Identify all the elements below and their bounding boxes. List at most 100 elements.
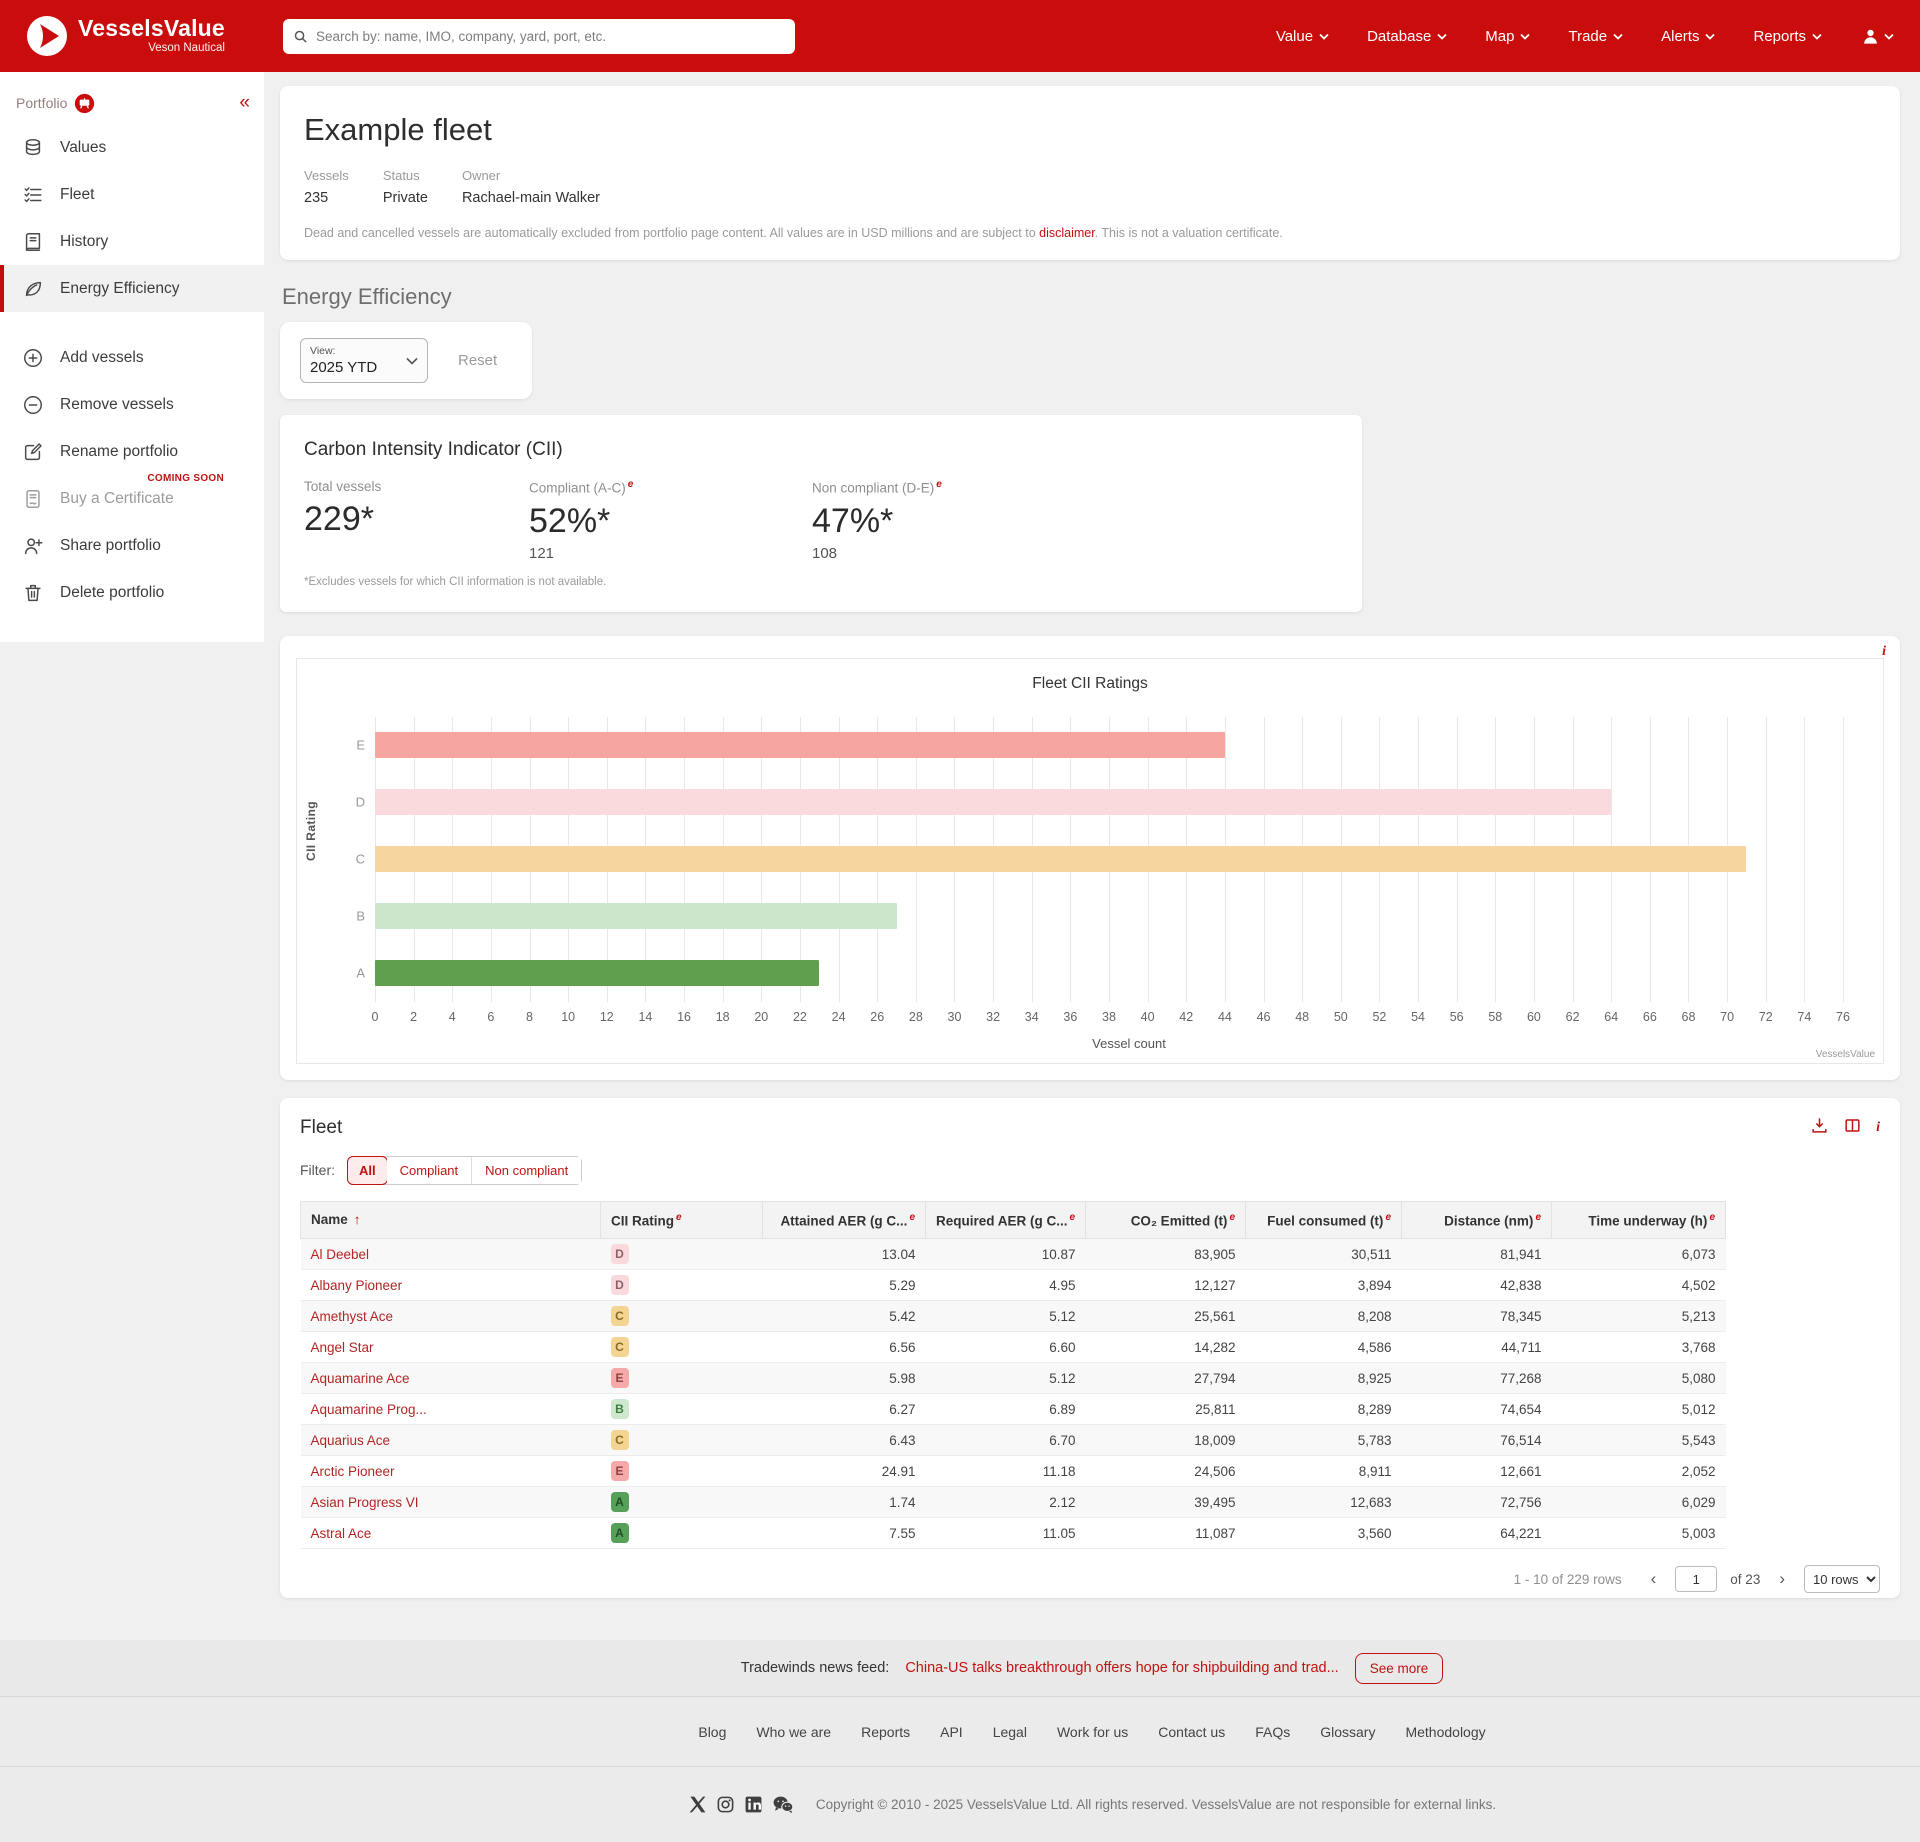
column-header-attained-aer-g-c[interactable]: Attained AER (g C...e	[763, 1201, 926, 1239]
reset-button[interactable]: Reset	[458, 352, 497, 369]
vessel-name-link[interactable]: Aquamarine Prog...	[311, 1402, 427, 1417]
vessel-name-link[interactable]: Arctic Pioneer	[311, 1464, 395, 1479]
sidebar-item-energy-efficiency[interactable]: Energy Efficiency	[0, 265, 264, 312]
rows-per-page-select[interactable]: 10 rows	[1804, 1565, 1880, 1593]
estimate-flag: e	[1229, 1212, 1235, 1223]
column-header-cii-rating[interactable]: CII Ratinge	[601, 1201, 763, 1239]
sidebar-item-remove-vessels[interactable]: Remove vessels	[0, 381, 264, 428]
vessel-name-link[interactable]: Albany Pioneer	[311, 1278, 403, 1293]
fleet-title: Fleet	[300, 1117, 342, 1139]
sidebar-item-values[interactable]: Values	[0, 124, 264, 171]
sidebar-item-delete-portfolio[interactable]: Delete portfolio	[0, 569, 264, 616]
x-tick: 68	[1682, 1010, 1696, 1024]
sidebar-item-rename-portfolio[interactable]: Rename portfolio	[0, 428, 264, 475]
disclaimer-link[interactable]: disclaimer	[1039, 226, 1095, 240]
vessel-name-link[interactable]: Aquamarine Ace	[311, 1371, 410, 1386]
column-header-fuel-consumed-t[interactable]: Fuel consumed (t)e	[1246, 1201, 1402, 1239]
table-row[interactable]: Astral AceA7.5511.0511,0873,56064,2215,0…	[301, 1518, 1726, 1549]
footer-link-faqs[interactable]: FAQs	[1255, 1724, 1290, 1740]
filter-compliant[interactable]: Compliant	[387, 1157, 473, 1184]
footer-link-glossary[interactable]: Glossary	[1320, 1724, 1375, 1740]
filter-non-compliant[interactable]: Non compliant	[472, 1157, 581, 1184]
table-row[interactable]: Aquamarine Prog...B6.276.8925,8118,28974…	[301, 1394, 1726, 1425]
sidebar-item-history[interactable]: History	[0, 218, 264, 265]
trash-icon	[22, 582, 44, 604]
y-tick-A: A	[341, 966, 365, 981]
column-header-co-emitted-t[interactable]: CO₂ Emitted (t)e	[1086, 1201, 1246, 1239]
sidebar-item-share-portfolio[interactable]: Share portfolio	[0, 522, 264, 569]
table-row[interactable]: Al DeebelD13.0410.8783,90530,51181,9416,…	[301, 1239, 1726, 1270]
cell-attained: 13.04	[763, 1239, 926, 1270]
vessel-name-link[interactable]: Astral Ace	[311, 1526, 372, 1541]
nav-item-trade[interactable]: Trade	[1568, 28, 1623, 45]
footer-link-legal[interactable]: Legal	[993, 1724, 1027, 1740]
estimate-flag: e	[1535, 1212, 1541, 1223]
gridline	[1804, 717, 1805, 1002]
next-page-button[interactable]: ›	[1773, 1567, 1791, 1591]
x-icon[interactable]	[688, 1795, 707, 1814]
nav-item-database[interactable]: Database	[1367, 28, 1447, 45]
x-tick: 58	[1488, 1010, 1502, 1024]
cell-attained: 6.43	[763, 1425, 926, 1456]
column-header-time-underway-h[interactable]: Time underway (h)e	[1552, 1201, 1726, 1239]
x-tick: 20	[754, 1010, 768, 1024]
search-input[interactable]	[316, 29, 785, 44]
vessel-name-link[interactable]: Al Deebel	[311, 1247, 370, 1262]
sidebar-item-label: Add vessels	[60, 349, 144, 367]
y-tick-B: B	[341, 909, 365, 924]
cell-attained: 24.91	[763, 1456, 926, 1487]
footer-link-work-for-us[interactable]: Work for us	[1057, 1724, 1128, 1740]
table-row[interactable]: Albany PioneerD5.294.9512,1273,89442,838…	[301, 1270, 1726, 1301]
sidebar-item-add-vessels[interactable]: Add vessels	[0, 334, 264, 381]
nav-item-reports[interactable]: Reports	[1753, 28, 1822, 45]
info-icon[interactable]: i	[1876, 1120, 1880, 1136]
download-icon[interactable]	[1810, 1116, 1829, 1140]
nav-item-value[interactable]: Value	[1276, 28, 1329, 45]
columns-icon[interactable]	[1843, 1116, 1862, 1140]
cii-title: Carbon Intensity Indicator (CII)	[304, 439, 1338, 461]
x-tick: 36	[1063, 1010, 1077, 1024]
cell-distance: 64,221	[1402, 1518, 1552, 1549]
linkedin-icon[interactable]	[744, 1795, 763, 1814]
see-more-button[interactable]: See more	[1355, 1653, 1444, 1684]
footer-link-methodology[interactable]: Methodology	[1405, 1724, 1485, 1740]
instagram-icon[interactable]	[716, 1795, 735, 1814]
table-row[interactable]: Asian Progress VIA1.742.1239,49512,68372…	[301, 1487, 1726, 1518]
prev-page-button[interactable]: ‹	[1645, 1567, 1663, 1591]
brand-logo[interactable]: VesselsValue Veson Nautical	[26, 15, 225, 57]
footer-link-reports[interactable]: Reports	[861, 1724, 910, 1740]
column-header-distance-nm[interactable]: Distance (nm)e	[1402, 1201, 1552, 1239]
x-tick: 44	[1218, 1010, 1232, 1024]
column-header-name[interactable]: Name↑	[301, 1201, 601, 1239]
stat-total-vessels: Total vessels229*	[304, 479, 529, 562]
vessel-name-link[interactable]: Amethyst Ace	[311, 1309, 394, 1324]
bar-C	[375, 846, 1746, 872]
news-headline-link[interactable]: China-US talks breakthrough offers hope …	[905, 1660, 1338, 1676]
cii-card: Carbon Intensity Indicator (CII) Total v…	[280, 415, 1362, 612]
footer-link-api[interactable]: API	[940, 1724, 963, 1740]
filter-all[interactable]: All	[347, 1156, 388, 1185]
column-header-required-aer-g-c[interactable]: Required AER (g C...e	[926, 1201, 1086, 1239]
x-tick: 18	[716, 1010, 730, 1024]
page-number-input[interactable]	[1675, 1566, 1717, 1592]
table-row[interactable]: Aquamarine AceE5.985.1227,7948,92577,268…	[301, 1363, 1726, 1394]
footer-link-who-we-are[interactable]: Who we are	[756, 1724, 831, 1740]
nav-item-map[interactable]: Map	[1485, 28, 1530, 45]
table-row[interactable]: Aquarius AceC6.436.7018,0095,78376,5145,…	[301, 1425, 1726, 1456]
sidebar-item-buy-a-certificate[interactable]: Buy a CertificateCOMING SOON	[0, 475, 264, 522]
vessel-name-link[interactable]: Asian Progress VI	[311, 1495, 419, 1510]
vessel-name-link[interactable]: Angel Star	[311, 1340, 374, 1355]
vessel-name-link[interactable]: Aquarius Ace	[311, 1433, 391, 1448]
footer-link-blog[interactable]: Blog	[698, 1724, 726, 1740]
view-select[interactable]: View: 2025 YTD	[300, 338, 428, 383]
table-row[interactable]: Arctic PioneerE24.9111.1824,5068,91112,6…	[301, 1456, 1726, 1487]
sidebar-collapse-button[interactable]: «	[239, 92, 250, 114]
nav-item-alerts[interactable]: Alerts	[1661, 28, 1715, 45]
table-row[interactable]: Amethyst AceC5.425.1225,5618,20878,3455,…	[301, 1301, 1726, 1332]
sidebar-item-fleet[interactable]: Fleet	[0, 171, 264, 218]
disclaimer-text: Dead and cancelled vessels are automatic…	[304, 226, 1876, 240]
user-menu[interactable]	[1861, 27, 1894, 46]
footer-link-contact-us[interactable]: Contact us	[1158, 1724, 1225, 1740]
table-row[interactable]: Angel StarC6.566.6014,2824,58644,7113,76…	[301, 1332, 1726, 1363]
wechat-icon[interactable]	[772, 1795, 794, 1814]
